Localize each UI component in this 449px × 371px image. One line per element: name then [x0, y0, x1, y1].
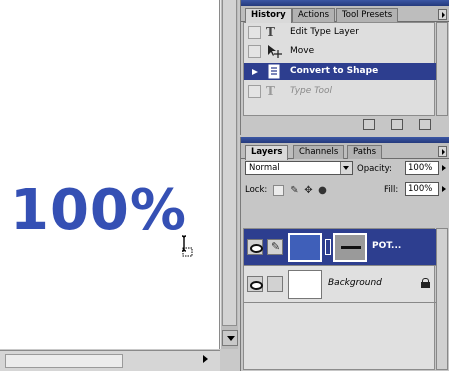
type-tool-icon: T — [266, 25, 275, 39]
history-palette: History Actions Tool Presets T Edit Type… — [240, 0, 449, 135]
layer-visibility-eye-icon[interactable] — [247, 276, 263, 292]
document-canvas[interactable]: 100% — [0, 0, 220, 349]
lock-all-icon[interactable]: ● — [317, 185, 328, 196]
move-tool-icon — [268, 45, 282, 58]
opacity-field[interactable]: 100% — [405, 161, 439, 175]
layers-palette-tabs: Layers Channels Paths — [241, 143, 449, 160]
document-window: 100% — [0, 0, 240, 371]
fill-field[interactable]: 100% — [405, 182, 439, 196]
tab-history[interactable]: History — [245, 8, 292, 23]
lock-position-icon[interactable]: ✥ — [303, 185, 314, 196]
scroll-down-arrow-icon[interactable] — [222, 330, 238, 346]
new-snapshot-icon[interactable] — [391, 119, 403, 130]
tab-layers[interactable]: Layers — [245, 145, 289, 160]
chevron-down-icon — [340, 162, 352, 174]
opacity-label: Opacity: — [357, 164, 392, 174]
layers-palette-menu-button[interactable] — [438, 146, 447, 157]
history-source-box[interactable] — [248, 26, 261, 39]
opacity-slider-arrow-icon[interactable] — [441, 162, 448, 174]
history-states-list: T Edit Type Layer Move Convert to Shape — [243, 22, 436, 116]
vertical-scroll-thumb[interactable] — [222, 0, 237, 326]
history-state-type-tool[interactable]: T Type Tool — [244, 83, 436, 100]
layer-name[interactable]: POT... — [372, 241, 401, 251]
canvas-horizontal-scrollbar[interactable] — [0, 350, 220, 371]
history-state-label: Convert to Shape — [290, 66, 379, 76]
new-document-from-state-icon[interactable] — [363, 119, 375, 130]
layers-scrollbar[interactable] — [436, 228, 448, 370]
history-state-move[interactable]: Move — [244, 43, 436, 60]
delete-state-icon[interactable] — [419, 119, 431, 130]
type-cursor-icon — [181, 235, 193, 257]
tab-tool-presets[interactable]: Tool Presets — [336, 8, 399, 22]
fill-slider-arrow-icon[interactable] — [441, 183, 448, 195]
tab-channels[interactable]: Channels — [293, 145, 345, 159]
history-palette-tabs: History Actions Tool Presets — [241, 6, 449, 23]
layer-name[interactable]: Background — [328, 278, 382, 288]
history-source-box[interactable] — [248, 85, 261, 98]
lock-fill-row: Lock: ✎ ✥ ● Fill: 100% — [243, 182, 448, 200]
history-state-edit-type-layer[interactable]: T Edit Type Layer — [244, 24, 436, 41]
type-tool-icon: T — [266, 84, 275, 98]
blend-mode-value: Normal — [249, 163, 280, 173]
tab-paths[interactable]: Paths — [347, 145, 383, 159]
lock-transparency-icon[interactable] — [273, 185, 284, 196]
lock-image-pixels-icon[interactable]: ✎ — [289, 185, 300, 196]
blend-mode-select[interactable]: Normal — [245, 161, 353, 175]
history-palette-menu-button[interactable] — [438, 9, 447, 20]
canvas-type-layer-text[interactable]: 100% — [10, 183, 187, 239]
tab-actions[interactable]: Actions — [292, 8, 336, 22]
convert-shape-icon — [268, 64, 280, 79]
canvas-vertical-scrollbar[interactable] — [220, 0, 238, 349]
history-scrollbar[interactable] — [436, 22, 448, 116]
history-brush-source-icon — [252, 69, 258, 75]
history-source-box[interactable] — [248, 65, 261, 78]
horizontal-scroll-thumb[interactable] — [5, 354, 123, 368]
lock-label: Lock: — [245, 185, 268, 195]
history-source-box[interactable] — [248, 45, 261, 58]
history-footer — [243, 117, 435, 133]
history-state-label: Move — [290, 46, 315, 56]
vector-mask-thumbnail[interactable] — [333, 233, 367, 262]
layer-visibility-eye-icon[interactable] — [247, 239, 263, 255]
history-state-label: Type Tool — [290, 86, 333, 96]
layer-fill-thumbnail[interactable] — [288, 233, 322, 262]
history-state-label: Edit Type Layer — [290, 27, 359, 37]
blend-opacity-row: Normal Opacity: 100% — [243, 161, 448, 179]
layer-row-background[interactable]: Background — [244, 266, 436, 303]
lock-icon — [421, 278, 430, 288]
layer-brush-icon[interactable]: ✎ — [267, 239, 283, 255]
vector-mask-link-icon[interactable] — [325, 239, 331, 255]
fill-label: Fill: — [384, 185, 399, 195]
history-state-convert-to-shape[interactable]: Convert to Shape — [244, 63, 436, 80]
background-thumbnail[interactable] — [288, 270, 322, 299]
layers-list: ✎ POT... Background — [243, 228, 436, 370]
layer-brush-slot[interactable] — [267, 276, 283, 292]
layer-row-shape[interactable]: ✎ POT... — [244, 229, 436, 266]
layers-palette: Layers Channels Paths Normal Opacity: 10… — [240, 137, 449, 371]
scroll-right-arrow-icon[interactable] — [203, 355, 208, 363]
